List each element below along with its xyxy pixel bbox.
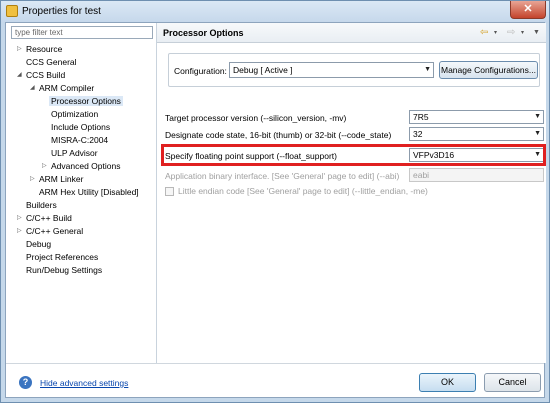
collapse-arrow-icon[interactable]: ◢ (17, 69, 25, 81)
tree-item-project-references[interactable]: Project References (26, 251, 98, 263)
tree-item-debug[interactable]: Debug (26, 238, 51, 250)
expand-arrow-icon[interactable]: ▷ (17, 212, 25, 224)
option-value: eabi (413, 170, 430, 180)
option-value: 32 (413, 129, 423, 139)
view-menu-icon[interactable]: ▼ (533, 29, 540, 36)
property-page: Processor Options ⇦ ▾ ⇨ ▾ ▼ Configuratio… (157, 23, 546, 363)
back-history-dropdown-icon[interactable]: ▾ (494, 29, 497, 36)
tree-item-arm-linker[interactable]: ▷ ARM Linker (30, 173, 83, 185)
configuration-label: Configuration: (174, 66, 227, 76)
option-target-processor: Target processor version (--silicon_vers… (157, 110, 546, 126)
page-header: Processor Options ⇦ ▾ ⇨ ▾ ▼ (157, 23, 546, 43)
manage-configurations-button[interactable]: Manage Configurations... (439, 61, 538, 79)
page-title: Processor Options (163, 28, 244, 38)
close-window-button[interactable]: ✕ (510, 1, 546, 19)
tree-item-processor-options[interactable]: Processor Options (49, 95, 123, 107)
help-icon[interactable]: ? (19, 376, 32, 389)
expand-arrow-icon[interactable]: ▷ (42, 160, 50, 172)
tree-item-ccs-general[interactable]: CCS General (26, 56, 77, 68)
app-icon (6, 5, 18, 17)
tree-item-builders[interactable]: Builders (26, 199, 57, 211)
dropdown-arrow-icon: ▼ (534, 130, 541, 137)
tree-item-misra[interactable]: MISRA-C:2004 (51, 134, 108, 146)
option-label: Target processor version (--silicon_vers… (165, 113, 347, 123)
code-state-select[interactable]: 32 ▼ (409, 127, 544, 141)
tree-item-ccs-build[interactable]: ◢ CCS Build (17, 69, 65, 81)
dialog-client-area: type filter text ▷ Resource CCS General ◢… (5, 22, 546, 398)
tree-item-advanced-options[interactable]: ▷ Advanced Options (42, 160, 120, 172)
properties-window: Properties for test ✕ type filter text ▷… (0, 0, 550, 403)
tree-item-run-debug-settings[interactable]: Run/Debug Settings (26, 264, 102, 276)
tree-item-arm-compiler[interactable]: ◢ ARM Compiler (30, 82, 94, 94)
configuration-select[interactable]: Debug [ Active ] ▼ (229, 62, 434, 78)
collapse-arrow-icon[interactable]: ◢ (30, 82, 38, 94)
hide-advanced-settings-link[interactable]: Hide advanced settings (40, 378, 128, 388)
filter-input[interactable]: type filter text (11, 26, 153, 39)
expand-arrow-icon[interactable]: ▷ (17, 43, 25, 55)
configuration-group: Configuration: Debug [ Active ] ▼ Manage… (168, 53, 540, 87)
navigation-pane: type filter text ▷ Resource CCS General ◢… (6, 23, 156, 363)
option-label: Application binary interface. [See 'Gene… (165, 171, 400, 181)
tree-item-cpp-build[interactable]: ▷ C/C++ Build (17, 212, 72, 224)
title-bar: Properties for test ✕ (1, 1, 549, 22)
cancel-button[interactable]: Cancel (484, 373, 541, 392)
forward-arrow-icon[interactable]: ⇨ (507, 27, 515, 38)
tree-item-include-options[interactable]: Include Options (51, 121, 110, 133)
expand-arrow-icon[interactable]: ▷ (30, 173, 38, 185)
option-value: 7R5 (413, 112, 429, 122)
little-endian-checkbox (165, 187, 174, 196)
tree-item-resource[interactable]: ▷ Resource (17, 43, 62, 55)
tree-item-cpp-general[interactable]: ▷ C/C++ General (17, 225, 83, 237)
highlight-box (161, 144, 546, 166)
dropdown-arrow-icon: ▼ (534, 113, 541, 120)
tree-item-ulp-advisor[interactable]: ULP Advisor (51, 147, 98, 159)
tree-item-optimization[interactable]: Optimization (51, 108, 98, 120)
configuration-value: Debug [ Active ] (233, 65, 293, 75)
back-arrow-icon[interactable]: ⇦ (480, 27, 488, 38)
window-title: Properties for test (22, 6, 101, 17)
abi-select: eabi (409, 168, 544, 182)
option-abi: Application binary interface. [See 'Gene… (157, 168, 546, 184)
little-endian-label: Little endian code [See 'General' page t… (178, 186, 428, 196)
option-label: Designate code state, 16-bit (thumb) or … (165, 130, 392, 140)
ok-button[interactable]: OK (419, 373, 476, 392)
option-code-state: Designate code state, 16-bit (thumb) or … (157, 127, 546, 143)
expand-arrow-icon[interactable]: ▷ (17, 225, 25, 237)
footer-separator (6, 363, 544, 364)
tree-item-arm-hex-utility[interactable]: ARM Hex Utility [Disabled] (39, 186, 139, 198)
forward-history-dropdown-icon[interactable]: ▾ (521, 29, 524, 36)
dropdown-arrow-icon: ▼ (424, 66, 431, 73)
target-processor-select[interactable]: 7R5 ▼ (409, 110, 544, 124)
